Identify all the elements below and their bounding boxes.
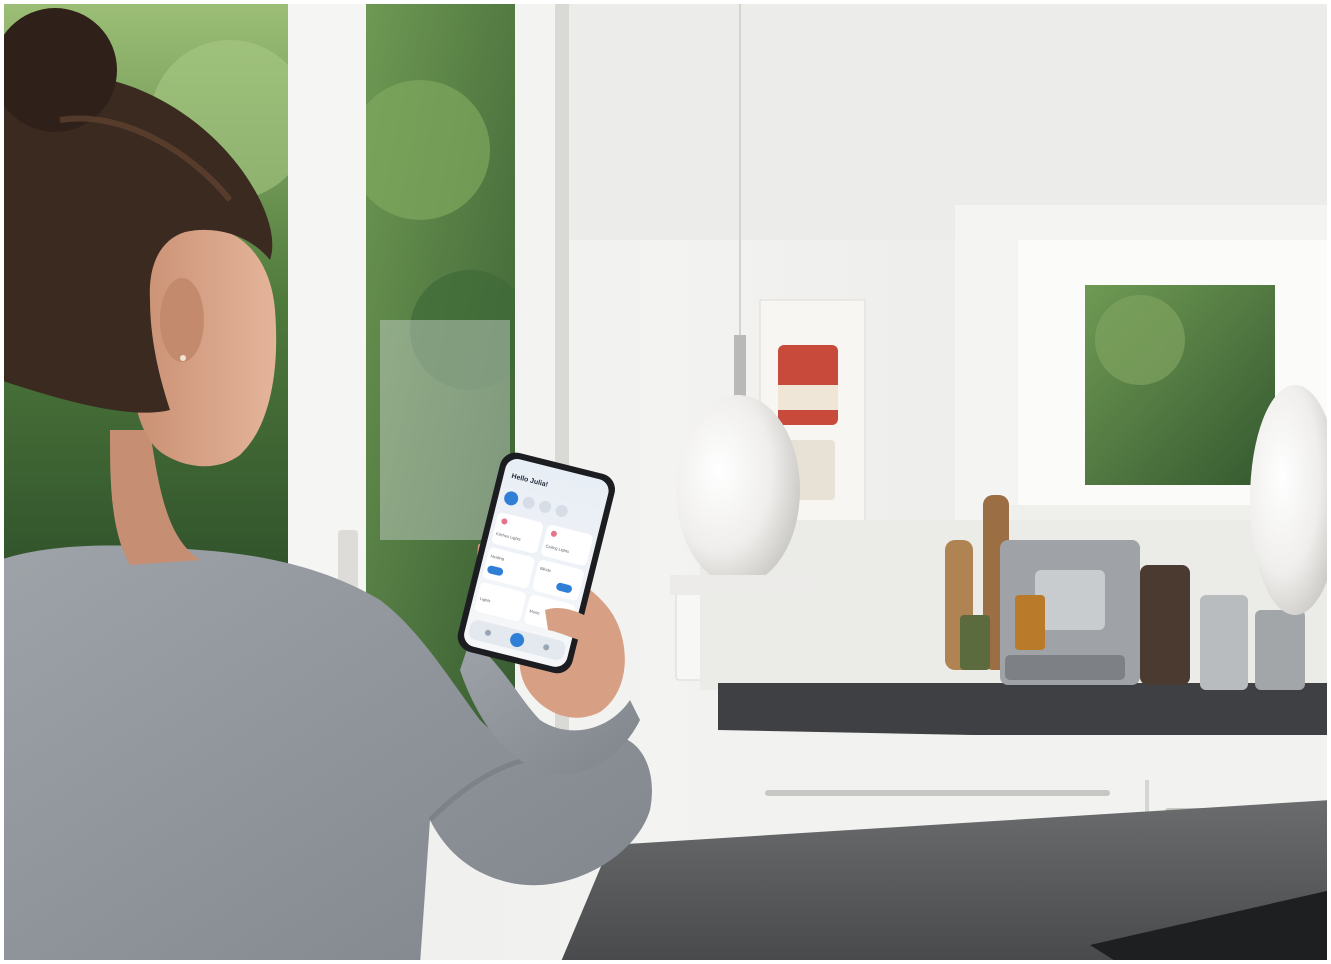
canister-steel-1 xyxy=(1200,595,1248,690)
espresso-drip-tray xyxy=(1005,655,1125,680)
earring xyxy=(180,355,186,361)
lamp-stem xyxy=(734,335,746,405)
amber-bottle xyxy=(1015,595,1045,650)
ear xyxy=(160,278,204,362)
window-foliage-blob xyxy=(1095,295,1185,385)
grinder-jar xyxy=(1140,565,1190,685)
foliage-blob xyxy=(350,80,490,220)
poster-can-label xyxy=(778,385,838,410)
lamp-bottom-cut xyxy=(670,575,810,595)
jar-green xyxy=(960,615,990,670)
light-switch xyxy=(675,584,705,681)
espresso-group xyxy=(1035,570,1105,630)
canister-steel-2 xyxy=(1255,610,1305,690)
photo-scene: Hello Julia! Kitchen Lights Ceiling Ligh… xyxy=(0,0,1331,964)
cabinet-handle-1 xyxy=(765,790,1110,796)
pendant-lamp xyxy=(676,395,800,585)
upper-wall-shadow xyxy=(560,0,1331,240)
